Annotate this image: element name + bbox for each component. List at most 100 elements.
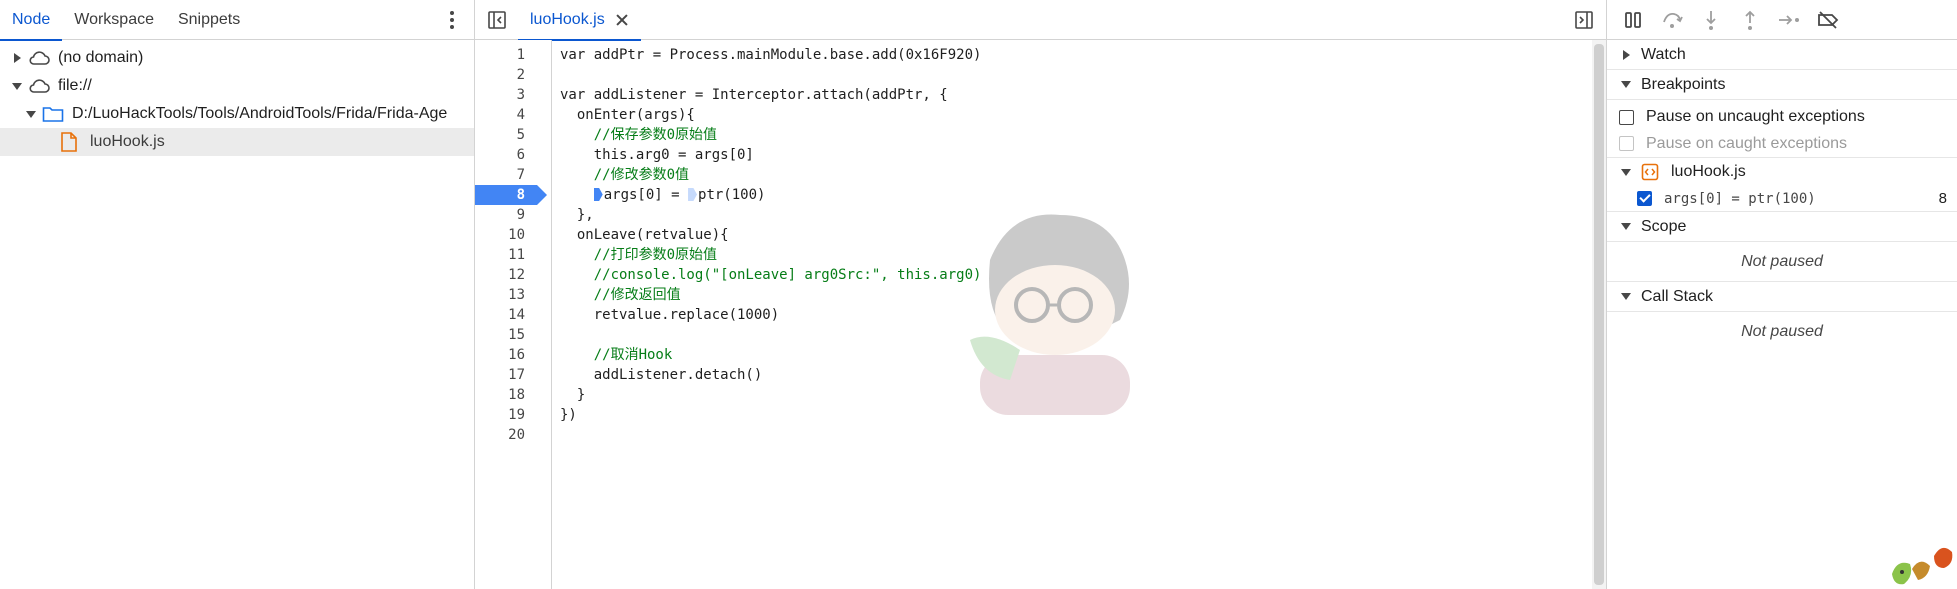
breakpoint-code: args[0] = ptr(100) <box>1664 190 1816 207</box>
expand-arrow-icon[interactable] <box>10 51 24 65</box>
tree-item-no-domain[interactable]: (no domain) <box>0 44 474 72</box>
breakpoint-entry[interactable]: args[0] = ptr(100) 8 <box>1607 186 1957 212</box>
step-icon[interactable] <box>1775 6 1803 34</box>
code-area[interactable]: 1 2 3 4 5 6 7 8 9 10 11 12 13 14 15 16 1… <box>475 40 1606 589</box>
code-line-12: //console.log("[onLeave] arg0Src:", this… <box>560 267 982 283</box>
code-line-10: onLeave(retvalue){ <box>560 227 729 243</box>
line-number-breakpoint[interactable]: 8 <box>475 185 547 205</box>
line-number[interactable]: 17 <box>475 365 547 385</box>
collapse-arrow-icon[interactable] <box>24 107 38 121</box>
step-into-icon[interactable] <box>1697 6 1725 34</box>
pause-uncaught-checkbox[interactable] <box>1619 109 1634 125</box>
line-number[interactable]: 12 <box>475 265 547 285</box>
inline-breakpoint-icon[interactable] <box>593 188 603 201</box>
pause-caught-row[interactable]: Pause on caught exceptions <box>1607 130 1957 158</box>
file-icon <box>60 132 82 152</box>
code-line-13: //修改返回值 <box>560 287 681 303</box>
script-file-icon <box>1641 162 1663 182</box>
collapse-arrow-icon[interactable] <box>1619 290 1633 304</box>
step-over-icon[interactable] <box>1658 6 1686 34</box>
vertical-scrollbar[interactable] <box>1592 40 1606 589</box>
section-scope[interactable]: Scope <box>1607 212 1957 242</box>
more-options-icon[interactable] <box>442 9 462 31</box>
code-line-4: onEnter(args){ <box>560 107 695 123</box>
collapse-arrow-icon[interactable] <box>10 79 24 93</box>
tree-item-label: D:/LuoHackTools/Tools/AndroidTools/Frida… <box>72 105 448 122</box>
code-line-8-part: args[0] = <box>603 187 689 203</box>
line-number[interactable]: 10 <box>475 225 547 245</box>
line-number[interactable]: 2 <box>475 65 547 85</box>
line-number[interactable]: 7 <box>475 165 547 185</box>
section-call-stack[interactable]: Call Stack <box>1607 282 1957 312</box>
code-line-16: //取消Hook <box>560 347 673 363</box>
line-number[interactable]: 16 <box>475 345 547 365</box>
close-icon[interactable] <box>615 13 629 27</box>
line-number[interactable]: 3 <box>475 85 547 105</box>
tree-item-folder[interactable]: D:/LuoHackTools/Tools/AndroidTools/Frida… <box>0 100 474 128</box>
tab-node[interactable]: Node <box>0 0 63 41</box>
section-title: Watch <box>1641 45 1686 63</box>
callstack-status: Not paused <box>1741 323 1823 340</box>
line-number-gutter[interactable]: 1 2 3 4 5 6 7 8 9 10 11 12 13 14 15 16 1… <box>475 40 552 589</box>
code-line-8-part: ptr(100) <box>698 187 766 203</box>
code-line-14: retvalue.replace(1000) <box>560 307 780 323</box>
line-number[interactable]: 14 <box>475 305 547 325</box>
code-line-6: this.arg0 = args[0] <box>560 147 754 163</box>
section-breakpoints[interactable]: Breakpoints <box>1607 70 1957 100</box>
tree-item-luohook-file[interactable]: luoHook.js <box>0 128 474 156</box>
breakpoint-file-name: luoHook.js <box>1671 163 1746 180</box>
line-number[interactable]: 1 <box>475 45 547 65</box>
pause-caught-checkbox[interactable] <box>1619 136 1634 151</box>
folder-icon <box>42 104 64 124</box>
line-number[interactable]: 15 <box>475 325 547 345</box>
line-number[interactable]: 4 <box>475 105 547 125</box>
section-watch[interactable]: Watch <box>1607 40 1957 70</box>
code-line-19: }) <box>560 407 577 423</box>
pause-uncaught-row[interactable]: Pause on uncaught exceptions <box>1607 104 1957 130</box>
line-number[interactable]: 20 <box>475 425 547 445</box>
scrollbar-thumb[interactable] <box>1594 44 1604 585</box>
line-number[interactable]: 19 <box>475 405 547 425</box>
code-line-5: //保存参数0原始值 <box>560 127 718 143</box>
inline-breakpoint-icon[interactable] <box>688 188 698 201</box>
tree-item-label: luoHook.js <box>90 133 165 150</box>
devtools-sources-panel: Node Workspace Snippets (no domain) file… <box>0 0 1957 589</box>
cloud-icon <box>28 76 50 96</box>
tree-item-label: file:// <box>58 77 92 94</box>
code-line-17: addListener.detach() <box>560 367 763 383</box>
breakpoint-file-group[interactable]: luoHook.js <box>1607 158 1957 186</box>
tab-workspace[interactable]: Workspace <box>62 0 166 40</box>
code-content[interactable]: var addPtr = Process.mainModule.base.add… <box>560 40 1560 589</box>
tab-snippets[interactable]: Snippets <box>166 0 252 40</box>
pause-uncaught-label: Pause on uncaught exceptions <box>1646 108 1865 125</box>
collapse-arrow-icon[interactable] <box>1619 165 1633 179</box>
line-number[interactable]: 18 <box>475 385 547 405</box>
breakpoint-checkbox[interactable] <box>1637 191 1652 206</box>
deactivate-breakpoints-icon[interactable] <box>1814 6 1842 34</box>
line-number[interactable]: 13 <box>475 285 547 305</box>
tree-item-label: (no domain) <box>58 49 144 66</box>
collapse-arrow-icon[interactable] <box>1619 78 1633 92</box>
section-title: Scope <box>1641 217 1687 235</box>
step-out-icon[interactable] <box>1736 6 1764 34</box>
section-title: Breakpoints <box>1641 75 1726 93</box>
toggle-debugger-icon[interactable] <box>1574 10 1594 30</box>
pause-resume-icon[interactable] <box>1619 6 1647 34</box>
line-number[interactable]: 6 <box>475 145 547 165</box>
navigator-tabs: Node Workspace Snippets <box>0 0 474 41</box>
expand-arrow-icon[interactable] <box>1619 48 1633 62</box>
debugger-sidebar: Watch Breakpoints Pause on uncaught exce… <box>1606 0 1957 589</box>
code-line-11: //打印参数0原始值 <box>560 247 718 263</box>
pause-caught-label: Pause on caught exceptions <box>1646 134 1848 152</box>
tab-luohook-js[interactable]: luoHook.js <box>518 0 641 41</box>
tree-item-file-root[interactable]: file:// <box>0 72 474 100</box>
collapse-arrow-icon[interactable] <box>1619 220 1633 234</box>
code-line-18: } <box>560 387 586 403</box>
anime-watermark-image <box>970 214 1130 415</box>
scope-status: Not paused <box>1607 242 1957 282</box>
toggle-navigator-icon[interactable] <box>487 10 507 30</box>
line-number[interactable]: 9 <box>475 205 547 225</box>
file-tree: (no domain) file:// D:/LuoHackTools/Tool… <box>0 40 474 156</box>
line-number[interactable]: 11 <box>475 245 547 265</box>
line-number[interactable]: 5 <box>475 125 547 145</box>
